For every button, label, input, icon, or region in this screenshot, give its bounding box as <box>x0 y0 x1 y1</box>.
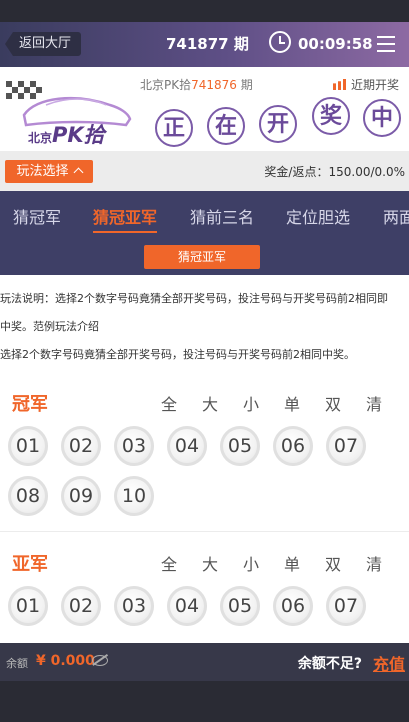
section-divider <box>0 531 409 532</box>
play-tabs: 猜冠军 猜冠亚军 猜前三名 定位胆选 两面 <box>0 191 409 239</box>
number-ball[interactable]: 02 <box>61 586 101 626</box>
draw-status-char: 奖 <box>312 97 350 135</box>
play-select-button[interactable]: 玩法选择 <box>5 160 93 183</box>
tab-guess-champion[interactable]: 猜冠军 <box>13 204 61 228</box>
number-ball[interactable]: 05 <box>220 426 260 466</box>
number-ball[interactable]: 03 <box>114 586 154 626</box>
number-ball[interactable]: 08 <box>8 476 48 516</box>
number-ball[interactable]: 04 <box>167 426 207 466</box>
chevron-up-icon <box>73 167 83 178</box>
play-rules: 玩法说明：选择2个数字号码竟猜全部开奖号码，投注号码与开奖号码前2相同即 中奖。… <box>0 285 409 369</box>
status-bar <box>0 0 409 22</box>
countdown-timer: 00:09:58 <box>298 35 373 53</box>
section-title: 冠军 <box>12 394 48 415</box>
number-ball[interactable]: 07 <box>326 586 366 626</box>
number-ball[interactable]: 01 <box>8 426 48 466</box>
quick-even-button[interactable]: 双 <box>325 391 341 415</box>
header: 返回大厅 741877 期 00:09:58 <box>0 22 409 67</box>
quick-small-button[interactable]: 小 <box>243 551 259 575</box>
play-bar: 玩法选择 奖金/返点：150.00/0.0% <box>0 151 409 191</box>
number-ball[interactable]: 06 <box>273 586 313 626</box>
quick-small-button[interactable]: 小 <box>243 391 259 415</box>
draw-status-char: 在 <box>207 107 245 145</box>
quick-clear-button[interactable]: 清 <box>366 551 382 575</box>
bar-chart-icon <box>333 79 346 90</box>
number-ball[interactable]: 03 <box>114 426 154 466</box>
number-ball[interactable]: 07 <box>326 426 366 466</box>
logo-text: 北京PK拾 <box>28 123 105 147</box>
draw-status: 正 在 开 奖 中 <box>155 97 405 147</box>
number-ball[interactable]: 10 <box>114 476 154 516</box>
tab-guess-top-three[interactable]: 猜前三名 <box>190 204 254 228</box>
quick-odd-button[interactable]: 单 <box>284 391 300 415</box>
draw-status-char: 正 <box>155 109 193 147</box>
quick-clear-button[interactable]: 清 <box>366 391 382 415</box>
number-ball[interactable]: 09 <box>61 476 101 516</box>
number-ball[interactable]: 06 <box>273 426 313 466</box>
quick-big-button[interactable]: 大 <box>202 551 218 575</box>
subtab-guess-champion-runnerup[interactable]: 猜冠亚军 <box>144 245 260 269</box>
quick-big-button[interactable]: 大 <box>202 391 218 415</box>
back-to-lobby-button[interactable]: 返回大厅 <box>5 32 81 56</box>
balance-label: 余额 <box>6 657 28 670</box>
recent-draws-link[interactable]: 近期开奖 <box>333 76 399 93</box>
previous-issue: 北京PK拾741876 期 <box>140 78 253 92</box>
odds-info: 奖金/返点：150.00/0.0% <box>264 165 405 179</box>
quick-even-button[interactable]: 双 <box>325 551 341 575</box>
rules-line: 选择2个数字号码竟猜全部开奖号码，投注号码与开奖号码前2相同中奖。 <box>0 348 355 361</box>
pk10-logo: 北京PK拾 <box>6 75 134 147</box>
footer-bar: 余额 ¥ 0.000 余额不足? 充值 <box>0 643 409 681</box>
draw-status-char: 中 <box>363 99 401 137</box>
tab-position-pick[interactable]: 定位胆选 <box>286 204 350 228</box>
quick-odd-button[interactable]: 单 <box>284 551 300 575</box>
section-title: 亚军 <box>12 554 48 575</box>
clock-icon <box>269 31 291 53</box>
draw-status-char: 开 <box>259 105 297 143</box>
subtab-bar: 猜冠亚军 <box>0 239 409 275</box>
bottom-area <box>0 681 409 722</box>
number-ball[interactable]: 02 <box>61 426 101 466</box>
tab-guess-champion-runnerup[interactable]: 猜冠亚军 <box>93 204 158 233</box>
number-ball[interactable]: 04 <box>167 586 207 626</box>
recharge-link[interactable]: 充值 <box>373 651 405 675</box>
balance-value: ¥ 0.000 <box>36 653 95 669</box>
quick-all-button[interactable]: 全 <box>161 391 177 415</box>
number-ball[interactable]: 01 <box>8 586 48 626</box>
rules-line: 玩法说明：选择2个数字号码竟猜全部开奖号码，投注号码与开奖号码前2相同即 <box>0 292 388 305</box>
number-ball[interactable]: 05 <box>220 586 260 626</box>
menu-icon[interactable] <box>377 36 395 57</box>
current-issue: 741877 期 <box>166 35 249 53</box>
insufficient-balance-text: 余额不足? <box>297 656 362 672</box>
tab-two-sides[interactable]: 两面 <box>383 204 409 228</box>
rules-line: 中奖。范例玩法介绍 <box>0 320 99 333</box>
lottery-info: 北京PK拾 北京PK拾741876 期 近期开奖 正 在 开 奖 中 <box>0 67 409 151</box>
eye-off-icon[interactable] <box>92 655 108 666</box>
quick-all-button[interactable]: 全 <box>161 551 177 575</box>
